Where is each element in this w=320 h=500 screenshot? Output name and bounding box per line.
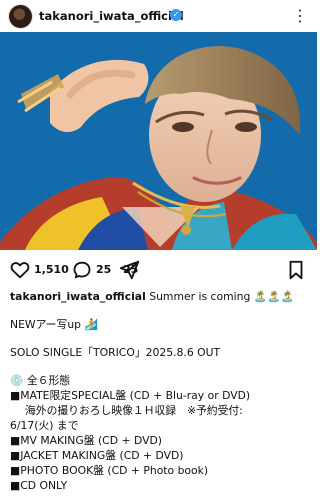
caption-line-3: SOLO SINGLE「TORICO」2025.8.6 OUT — [10, 346, 221, 359]
caption-editions: 全６形態 — [26, 374, 71, 387]
caption-new-photo: NEWアー写up — [10, 318, 82, 331]
palm-tree-emoji: 🏝️🏝️🏝️ — [253, 290, 295, 303]
caption-line-9: ■JACKET MAKING盤 (CD + DVD) — [10, 449, 184, 462]
caption-line-4: 💿 全６形態 — [10, 373, 310, 388]
portrait-photo — [0, 32, 317, 250]
caption-line-5: ■MATE限定SPECIAL盤 (CD + Blu-ray or DVD) — [10, 389, 251, 402]
caption-line-11: ■CD ONLY — [10, 479, 68, 492]
bookmark-icon[interactable] — [285, 259, 307, 281]
share-count: 25 — [123, 263, 139, 276]
heart-icon[interactable] — [9, 259, 31, 281]
like-count: 1,510 — [34, 263, 69, 276]
comment-icon[interactable] — [71, 259, 93, 281]
caption-line-6: 海外の撮りおろし映像１Ｈ収録 ※予約受付: — [25, 404, 243, 417]
surfer-emoji: 🏄 — [84, 318, 98, 331]
caption-line-1: takanori_iwata_official Summer is coming… — [10, 289, 310, 304]
post-header: takanori_iwata_official ✓ ⋮ — [0, 0, 317, 32]
caption-username[interactable]: takanori_iwata_official — [10, 290, 146, 303]
comment-count: 25 — [96, 263, 112, 276]
caption-text: Summer is coming — [149, 290, 251, 303]
verified-check-icon: ✓ — [170, 9, 182, 21]
disc-emoji: 💿 — [10, 374, 24, 387]
post-username[interactable]: takanori_iwata_official — [39, 9, 184, 23]
avatar[interactable] — [9, 5, 32, 28]
caption-line-10: ■PHOTO BOOK盤 (CD + Photo book) — [10, 464, 209, 477]
caption-line-8: ■MV MAKING盤 (CD + DVD) — [10, 434, 162, 447]
caption-line-2: NEWアー写up 🏄 — [10, 317, 310, 332]
caption-line-7: 6/17(火) まで — [10, 419, 79, 432]
post-actions: 1,510 25 25 — [0, 258, 317, 282]
more-horizontal-icon[interactable]: ⋮ — [291, 7, 309, 25]
post-caption: takanori_iwata_official Summer is coming… — [10, 289, 310, 493]
post-photo[interactable] — [0, 32, 317, 250]
